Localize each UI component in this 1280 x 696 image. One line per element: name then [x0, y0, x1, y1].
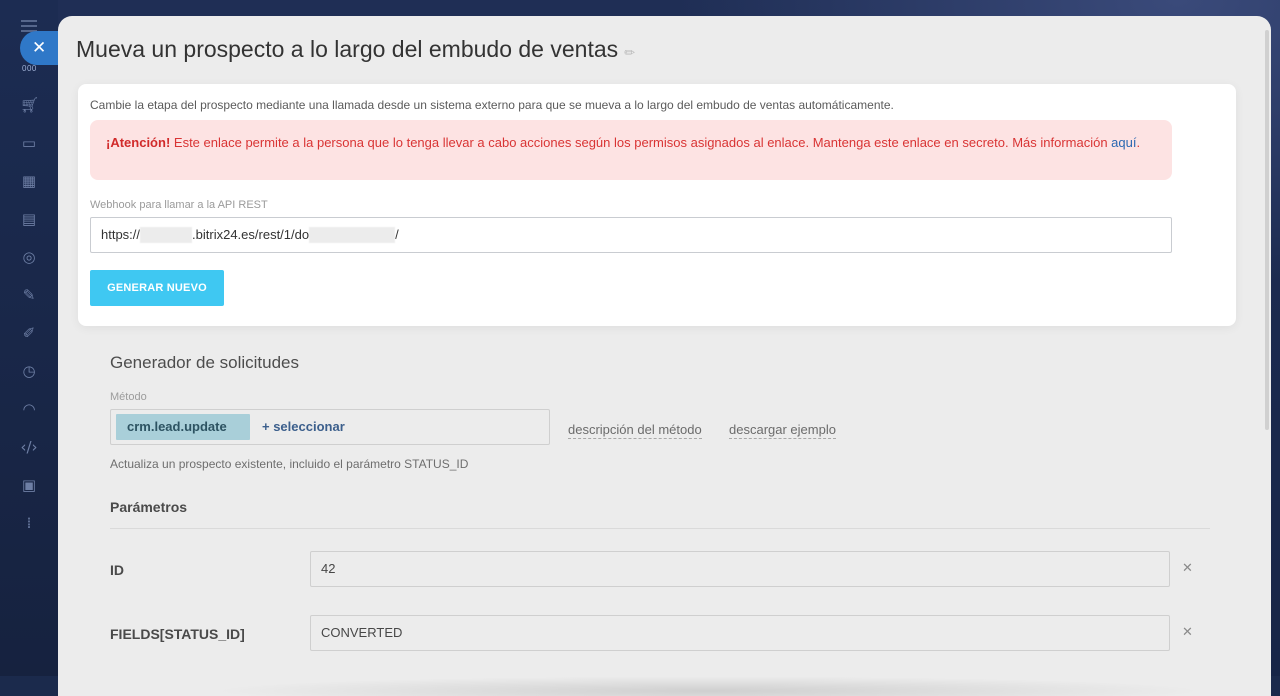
url-suffix: /	[395, 227, 399, 242]
close-panel-button[interactable]: ✕	[20, 31, 58, 65]
method-description-link[interactable]: descripción del método	[568, 422, 702, 439]
method-tag[interactable]: crm.lead.update	[116, 414, 250, 440]
calendar-icon[interactable]: ▦	[20, 172, 38, 190]
warning-alert: ¡Atención! Este enlace permite a la pers…	[90, 120, 1172, 180]
param-name-status: FIELDS[STATUS_ID]	[110, 626, 245, 642]
divider	[110, 528, 1210, 529]
webhook-description: Cambie la etapa del prospecto mediante u…	[90, 98, 894, 112]
redacted-token	[309, 226, 396, 243]
request-generator-section: Generador de solicitudes Método crm.lead…	[76, 316, 1226, 696]
pencil-icon[interactable]: ✏	[624, 46, 635, 61]
method-selector[interactable]: crm.lead.update + seleccionar	[110, 409, 550, 445]
clock-icon[interactable]: ◷	[20, 362, 38, 380]
param-input-status[interactable]: CONVERTED	[310, 615, 1170, 651]
target-icon[interactable]: ◎	[20, 248, 38, 266]
sidebar-tiny-label: 000	[22, 64, 37, 73]
url-middle: .bitrix24.es/rest/1/do	[192, 227, 310, 242]
page-title: Mueva un prospecto a lo largo del embudo…	[76, 36, 636, 62]
scrollbar[interactable]	[1265, 30, 1269, 430]
more-info-link[interactable]: aquí	[1111, 135, 1136, 150]
param-name-id: ID	[110, 562, 124, 578]
params-title: Parámetros	[110, 499, 188, 515]
remove-param-icon[interactable]: ✕	[1182, 561, 1193, 576]
generator-title: Generador de solicitudes	[110, 353, 300, 372]
apps-icon[interactable]: ⁞	[20, 514, 38, 532]
chat-icon[interactable]: ▭	[20, 134, 38, 152]
alert-bold: ¡Atención!	[106, 135, 171, 150]
grid-icon[interactable]: ▣	[20, 476, 38, 494]
pen-icon[interactable]: ✐	[20, 324, 38, 342]
drive-icon[interactable]: ▤	[20, 210, 38, 228]
param-input-id[interactable]: 42	[310, 551, 1170, 587]
alert-text: ¡Atención! Este enlace permite a la pers…	[106, 135, 1146, 151]
webhook-card: Cambie la etapa del prospecto mediante u…	[78, 84, 1236, 326]
remove-param-icon[interactable]: ✕	[1182, 625, 1193, 640]
redacted-domain	[140, 226, 193, 243]
left-sidebar: 000 🛒︎ ▭ ▦ ▤ ◎ ✎ ✐ ◷ ◠ ‹/› ▣ ⁞	[0, 0, 58, 676]
cart-icon[interactable]: 🛒︎	[20, 96, 39, 114]
method-help-text: Actualiza un prospecto existente, inclui…	[110, 457, 469, 471]
alert-end: .	[1136, 135, 1141, 150]
webhook-url-field[interactable]: https:// .bitrix24.es/rest/1/do /	[90, 217, 1172, 253]
download-example-link[interactable]: descargar ejemplo	[729, 422, 836, 439]
edit-icon[interactable]: ✎	[20, 286, 38, 304]
speed-icon[interactable]: ◠	[20, 400, 38, 418]
bottom-shadow	[208, 676, 1208, 696]
webhook-label: Webhook para llamar a la API REST	[90, 199, 268, 211]
code-icon[interactable]: ‹/›	[20, 438, 38, 456]
generate-new-button[interactable]: GENERAR NUEVO	[90, 270, 224, 306]
url-prefix: https://	[101, 227, 141, 242]
select-method-button[interactable]: + seleccionar	[262, 414, 345, 440]
alert-body: Este enlace permite a la persona que lo …	[170, 135, 1112, 150]
method-label: Método	[110, 391, 147, 403]
